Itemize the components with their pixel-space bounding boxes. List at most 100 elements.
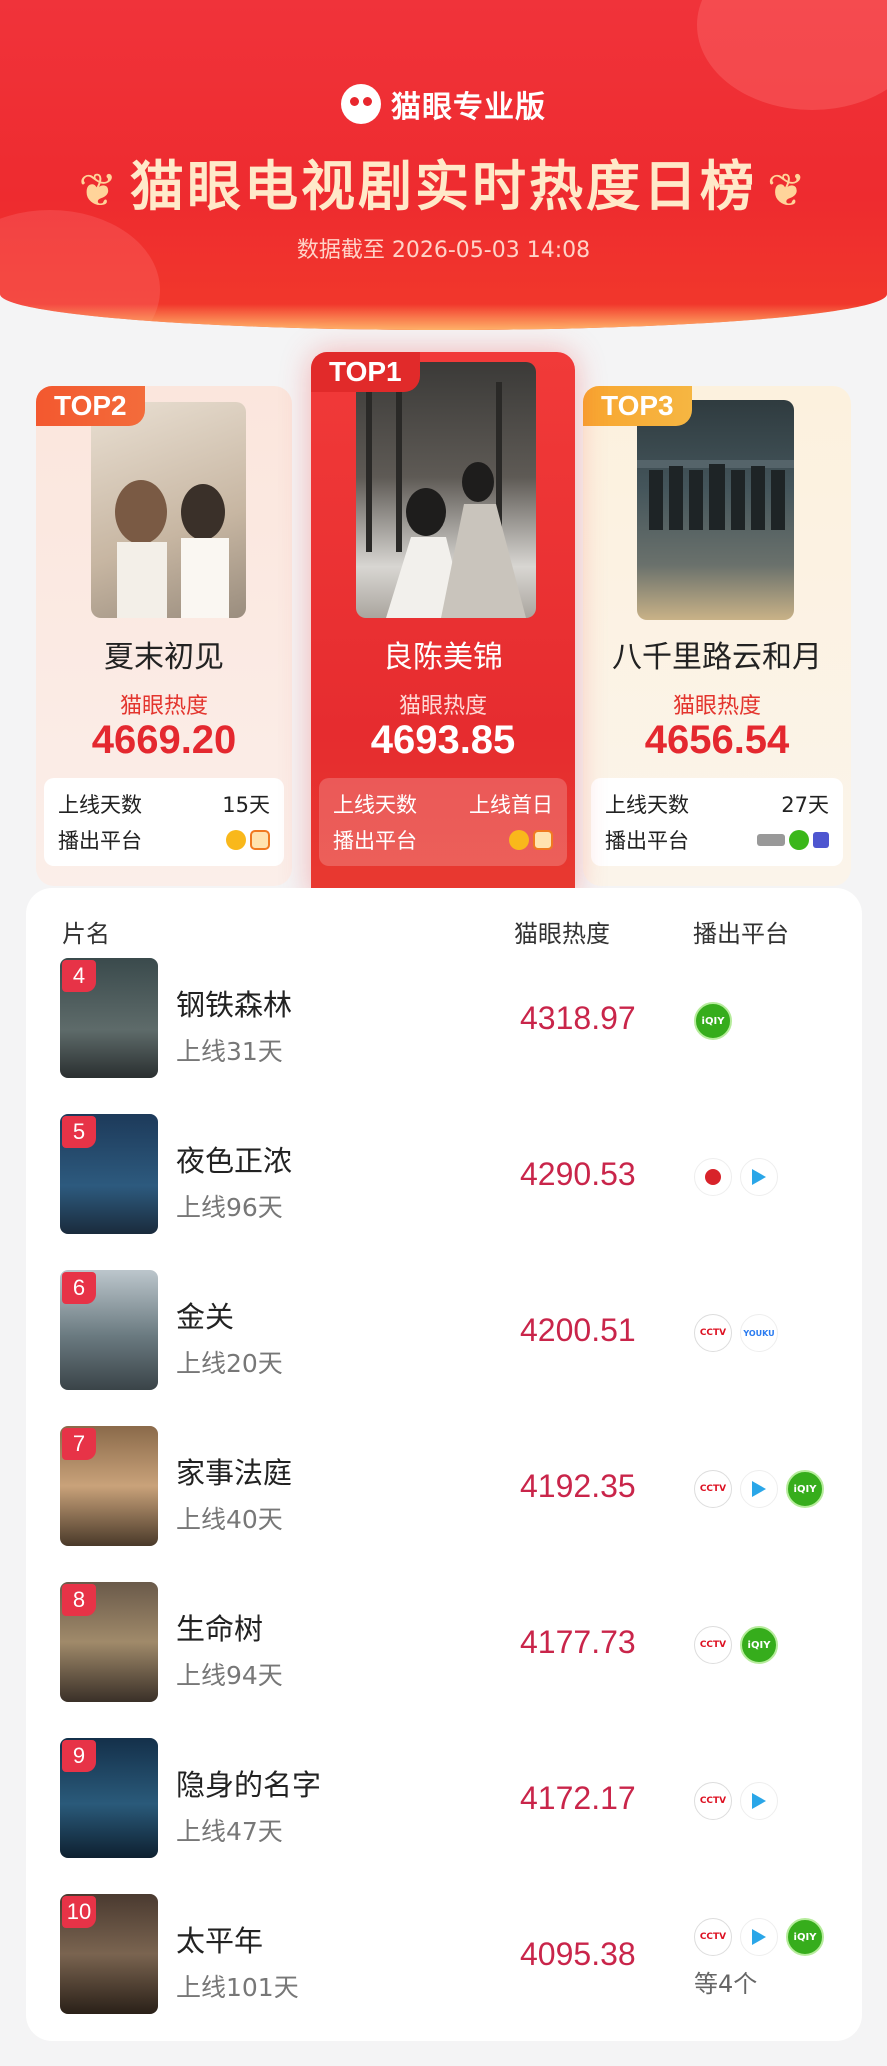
poster-image — [356, 362, 536, 618]
platform-icons: CCTV — [694, 1782, 778, 1820]
tencent-video-icon — [740, 1782, 778, 1820]
rank-badge: TOP3 — [583, 386, 692, 426]
info-box: 上线天数 27天 播出平台 — [591, 778, 843, 866]
drama-title: 良陈美锦 — [383, 640, 503, 675]
platform-label: 播出平台 — [605, 829, 689, 853]
days-value: 15天 — [222, 793, 270, 817]
platform-icons: iQIY — [694, 1002, 732, 1040]
play-triangle — [752, 1929, 766, 1945]
list-item[interactable]: 10 太平年 上线101天 4095.38 CCTV iQIY 等4个 — [26, 1894, 862, 2050]
iqiyi-icon: iQIY — [694, 1002, 732, 1040]
rank-badge: 10 — [62, 1896, 96, 1928]
cctv-icon: CCTV — [694, 1918, 732, 1956]
laurel-left-icon: ❦ — [78, 163, 120, 218]
days-online: 上线31天 — [176, 1037, 283, 1066]
heat-value: 4095.38 — [520, 1936, 636, 1972]
platform-orange-icon — [533, 830, 553, 850]
poster-art — [115, 480, 229, 618]
cctv-icon — [757, 834, 785, 846]
info-box: 上线天数 15天 播出平台 — [44, 778, 284, 866]
list-item[interactable]: 4 钢铁森林 上线31天 4318.97 iQIY — [26, 958, 862, 1114]
drama-title: 钢铁森林 — [176, 988, 293, 1022]
play-triangle — [752, 1481, 766, 1497]
drama-title: 隐身的名字 — [176, 1768, 322, 1802]
cctv-icon: CCTV — [694, 1470, 732, 1508]
platform-icons — [509, 830, 553, 850]
poster-image — [91, 402, 246, 618]
poster-art — [366, 382, 526, 618]
iqiyi-icon: iQIY — [786, 1918, 824, 1956]
list-item[interactable]: 5 夜色正浓 上线96天 4290.53 — [26, 1114, 862, 1270]
youku-icon: YOUKU — [740, 1314, 778, 1352]
heat-label: 猫眼热度 — [672, 694, 761, 719]
platform-icons — [757, 830, 829, 850]
platform-row: 播出平台 — [333, 822, 553, 858]
top3-card[interactable]: TOP3 八千里路云和月 猫眼热度 4656.54 上线天数 27天 播出平台 — [583, 386, 851, 886]
platform-icons: CCTV iQIY — [694, 1626, 778, 1664]
top1-card[interactable]: TOP1 良陈美锦 猫眼热度 4693.85 上线天数 上线首日 播出平台 — [311, 352, 575, 897]
col-platform: 播出平台 — [693, 920, 789, 948]
days-online: 上线94天 — [176, 1661, 283, 1690]
ranking-list: 片名 猫眼热度 播出平台 4 钢铁森林 上线31天 4318.97 iQIY 5… — [26, 888, 862, 2041]
rank-badge: 8 — [62, 1584, 96, 1616]
play-triangle — [752, 1793, 766, 1809]
days-row: 上线天数 27天 — [605, 786, 829, 822]
list-item[interactable]: 8 生命树 上线94天 4177.73 CCTV iQIY — [26, 1582, 862, 1738]
platform-icons: CCTV YOUKU — [694, 1314, 778, 1352]
mango-tv-icon — [509, 830, 529, 850]
drama-title: 夏末初见 — [104, 640, 224, 675]
days-online: 上线20天 — [176, 1349, 283, 1378]
drama-title: 金关 — [176, 1300, 235, 1334]
heat-value: 4200.51 — [520, 1312, 636, 1348]
play-triangle — [752, 1169, 766, 1185]
poster-image — [637, 400, 794, 620]
platform-icons — [226, 830, 270, 850]
drama-title: 太平年 — [176, 1924, 264, 1958]
list-item[interactable]: 6 金关 上线20天 4200.51 CCTV YOUKU — [26, 1270, 862, 1426]
platform-row: 播出平台 — [58, 822, 270, 858]
days-label: 上线天数 — [58, 793, 142, 817]
tencent-video-icon — [740, 1470, 778, 1508]
list-item[interactable]: 7 家事法庭 上线40天 4192.35 CCTV iQIY — [26, 1426, 862, 1582]
migu-icon — [813, 832, 829, 848]
heat-value: 4656.54 — [644, 718, 790, 762]
days-value: 27天 — [781, 793, 829, 817]
cctv-icon: CCTV — [694, 1626, 732, 1664]
info-box: 上线天数 上线首日 播出平台 — [319, 778, 567, 866]
days-value: 上线首日 — [469, 793, 553, 817]
heat-value: 4669.20 — [91, 718, 237, 762]
dragon-tv-icon — [694, 1158, 732, 1196]
rank-badge: TOP2 — [36, 386, 145, 426]
data-timestamp: 数据截至 2026-05-03 14:08 — [296, 238, 591, 263]
top2-card[interactable]: TOP2 夏末初见 猫眼热度 4669.20 上线天数 15天 播出平台 — [36, 386, 292, 886]
col-heat: 猫眼热度 — [514, 920, 610, 948]
heat-value: 4177.73 — [520, 1624, 636, 1660]
drama-title: 家事法庭 — [176, 1456, 293, 1490]
heat-label: 猫眼热度 — [398, 694, 487, 719]
heat-value: 4172.17 — [520, 1780, 636, 1816]
heat-value: 4290.53 — [520, 1156, 636, 1192]
iqiyi-icon: iQIY — [740, 1626, 778, 1664]
iqiyi-icon: iQIY — [786, 1470, 824, 1508]
laurel-right-icon: ❦ — [767, 163, 809, 218]
more-platforms[interactable]: 等4个 — [694, 1964, 757, 1999]
heat-label: 猫眼热度 — [119, 694, 208, 719]
days-row: 上线天数 15天 — [58, 786, 270, 822]
tencent-video-icon — [740, 1918, 778, 1956]
list-item[interactable]: 9 隐身的名字 上线47天 4172.17 CCTV — [26, 1738, 862, 1894]
rank-badge: 9 — [62, 1740, 96, 1772]
days-online: 上线47天 — [176, 1817, 283, 1846]
heat-value: 4693.85 — [370, 718, 516, 762]
rank-badge: 5 — [62, 1116, 96, 1148]
drama-title: 生命树 — [176, 1612, 264, 1646]
iqiyi-icon — [789, 830, 809, 850]
platform-label: 播出平台 — [58, 829, 142, 853]
platform-icons: CCTV iQIY — [694, 1470, 824, 1508]
cctv-icon: CCTV — [694, 1314, 732, 1352]
brand-name: 猫眼专业版 — [391, 90, 546, 125]
rank-badge: 7 — [62, 1428, 96, 1460]
page-title: ❦ 猫眼电视剧实时热度日榜 ❦ — [0, 142, 887, 221]
rank-badge: 6 — [62, 1272, 96, 1304]
page-title-text: 猫眼电视剧实时热度日榜 — [130, 155, 757, 218]
list-header: 片名 猫眼热度 播出平台 — [26, 888, 862, 958]
